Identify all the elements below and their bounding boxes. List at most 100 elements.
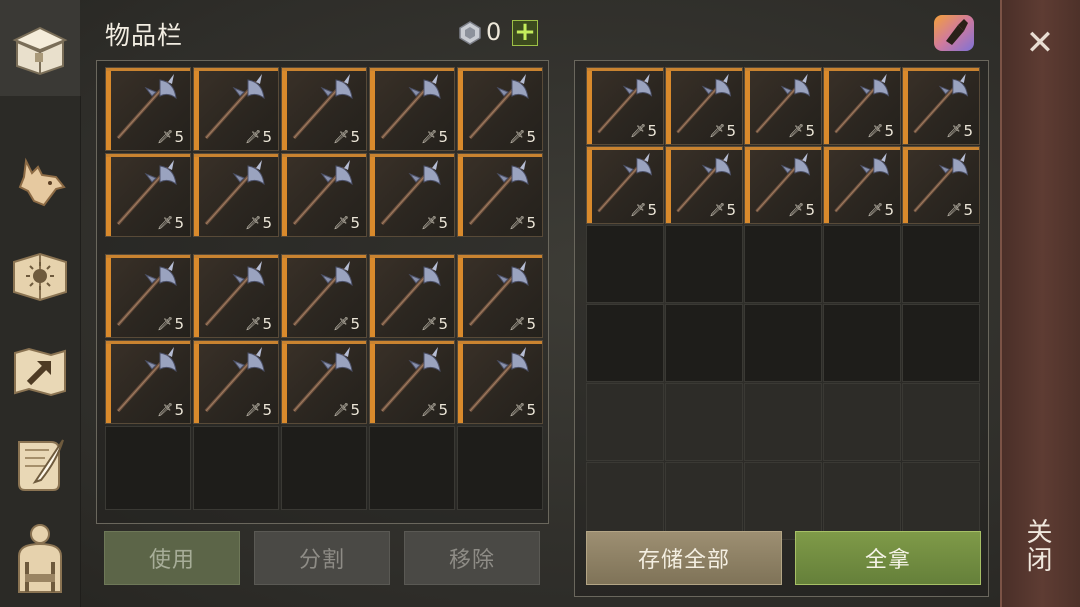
storage-slot-empty[interactable] (665, 304, 743, 382)
item-quantity: 🗡 5 (709, 122, 736, 140)
split-button[interactable]: 分割 (254, 531, 390, 585)
item-quantity: 🗡 5 (509, 214, 536, 232)
sidebar-tab-chest[interactable] (0, 0, 80, 96)
storage-slot-empty[interactable] (665, 225, 743, 303)
sidebar-tab-quill-scroll[interactable] (8, 428, 72, 500)
item-quantity-value: 5 (262, 315, 272, 333)
item-quantity: 🗡 5 (509, 128, 536, 146)
storage-slot-empty[interactable] (665, 462, 743, 540)
storage-slot-empty[interactable] (902, 225, 980, 303)
inventory-slot-filled[interactable]: 🗡 5 (105, 254, 191, 338)
inventory-slot-filled[interactable]: 🗡 5 (369, 67, 455, 151)
sort-brush-icon[interactable] (932, 11, 976, 53)
storage-slot-empty[interactable] (823, 383, 901, 461)
inventory-slot-filled[interactable]: 🗡 5 (193, 254, 279, 338)
item-quantity-value: 5 (726, 201, 736, 219)
storage-slot-filled[interactable]: 🗡 5 (665, 67, 743, 145)
store-all-button[interactable]: 存储全部 (586, 531, 782, 585)
inventory-slot-filled[interactable]: 🗡 5 (369, 254, 455, 338)
close-label[interactable]: 关闭 (1022, 518, 1056, 574)
storage-slot-empty[interactable] (902, 304, 980, 382)
inventory-slot-filled[interactable]: 🗡 5 (457, 254, 543, 338)
sidebar (0, 0, 81, 607)
storage-slot-empty[interactable] (823, 462, 901, 540)
item-quantity: 🗡 5 (333, 315, 360, 333)
storage-slot-empty[interactable] (744, 225, 822, 303)
item-quantity-value: 5 (884, 122, 894, 140)
item-quantity-value: 5 (350, 128, 360, 146)
dagger-icon: 🗡 (787, 202, 805, 218)
inventory-slot-filled[interactable]: 🗡 5 (281, 153, 367, 237)
inventory-slot-filled[interactable]: 🗡 5 (193, 153, 279, 237)
storage-slot-empty[interactable] (586, 462, 664, 540)
item-quantity-value: 5 (526, 128, 536, 146)
inventory-slot-filled[interactable]: 🗡 5 (457, 153, 543, 237)
currency-amount: 0 (486, 18, 502, 46)
item-quantity-value: 5 (262, 214, 272, 232)
item-quantity-value: 5 (963, 122, 973, 140)
inventory-slot-filled[interactable]: 🗡 5 (105, 153, 191, 237)
item-quantity: 🗡 5 (157, 214, 184, 232)
item-quantity: 🗡 5 (421, 401, 448, 419)
inventory-slot-filled[interactable]: 🗡 5 (369, 153, 455, 237)
storage-slot-filled[interactable]: 🗡 5 (744, 146, 822, 224)
storage-slot-empty[interactable] (744, 383, 822, 461)
storage-slot-filled[interactable]: 🗡 5 (665, 146, 743, 224)
sidebar-tab-sun-book[interactable] (8, 240, 72, 312)
inventory-slot-filled[interactable]: 🗡 5 (457, 340, 543, 424)
storage-slot-empty[interactable] (586, 304, 664, 382)
inventory-slot-filled[interactable]: 🗡 5 (193, 67, 279, 151)
storage-slot-filled[interactable]: 🗡 5 (586, 146, 664, 224)
inventory-slot-filled[interactable]: 🗡 5 (457, 67, 543, 151)
item-quantity-value: 5 (438, 128, 448, 146)
item-quantity: 🗡 5 (421, 214, 448, 232)
inventory-slot-filled[interactable]: 🗡 5 (105, 340, 191, 424)
storage-slot-empty[interactable] (744, 462, 822, 540)
take-all-button[interactable]: 全拿 (795, 531, 981, 585)
storage-slot-filled[interactable]: 🗡 5 (823, 67, 901, 145)
storage-slot-empty[interactable] (586, 225, 664, 303)
inventory-slot-empty[interactable] (105, 426, 191, 510)
sidebar-tab-wolf[interactable] (8, 145, 72, 217)
item-quantity: 🗡 5 (867, 122, 894, 140)
storage-slot-filled[interactable]: 🗡 5 (823, 146, 901, 224)
add-currency-button[interactable]: + (512, 19, 538, 46)
inventory-slot-empty[interactable] (281, 426, 367, 510)
inventory-slot-filled[interactable]: 🗡 5 (281, 67, 367, 151)
dagger-icon: 🗡 (508, 316, 526, 332)
storage-slot-empty[interactable] (823, 225, 901, 303)
close-panel[interactable] (1000, 0, 1080, 607)
dagger-icon: 🗡 (420, 402, 438, 418)
storage-slot-empty[interactable] (665, 383, 743, 461)
storage-slot-empty[interactable] (586, 383, 664, 461)
grid-spacer (105, 239, 191, 252)
grid-spacer (193, 239, 279, 252)
item-quantity: 🗡 5 (421, 315, 448, 333)
storage-slot-filled[interactable]: 🗡 5 (902, 67, 980, 145)
storage-slot-filled[interactable]: 🗡 5 (744, 67, 822, 145)
inventory-slot-filled[interactable]: 🗡 5 (281, 340, 367, 424)
storage-slot-empty[interactable] (902, 383, 980, 461)
item-quantity-value: 5 (884, 201, 894, 219)
inventory-slot-filled[interactable]: 🗡 5 (105, 67, 191, 151)
sidebar-tab-arrow-map[interactable] (8, 335, 72, 407)
inventory-slot-filled[interactable]: 🗡 5 (193, 340, 279, 424)
storage-slot-empty[interactable] (744, 304, 822, 382)
remove-button[interactable]: 移除 (404, 531, 540, 585)
dagger-icon: 🗡 (156, 129, 174, 145)
inventory-slot-filled[interactable]: 🗡 5 (369, 340, 455, 424)
dagger-icon: 🗡 (420, 129, 438, 145)
inventory-slot-empty[interactable] (369, 426, 455, 510)
inventory-slot-empty[interactable] (193, 426, 279, 510)
storage-slot-filled[interactable]: 🗡 5 (902, 146, 980, 224)
sidebar-tab-backpack[interactable] (8, 522, 72, 594)
close-icon[interactable]: ✕ (1022, 26, 1058, 62)
storage-slot-filled[interactable]: 🗡 5 (586, 67, 664, 145)
inventory-slot-filled[interactable]: 🗡 5 (281, 254, 367, 338)
storage-slot-empty[interactable] (823, 304, 901, 382)
dagger-icon: 🗡 (629, 202, 647, 218)
inventory-slot-empty[interactable] (457, 426, 543, 510)
storage-slot-empty[interactable] (902, 462, 980, 540)
dagger-icon: 🗡 (420, 316, 438, 332)
use-button[interactable]: 使用 (104, 531, 240, 585)
